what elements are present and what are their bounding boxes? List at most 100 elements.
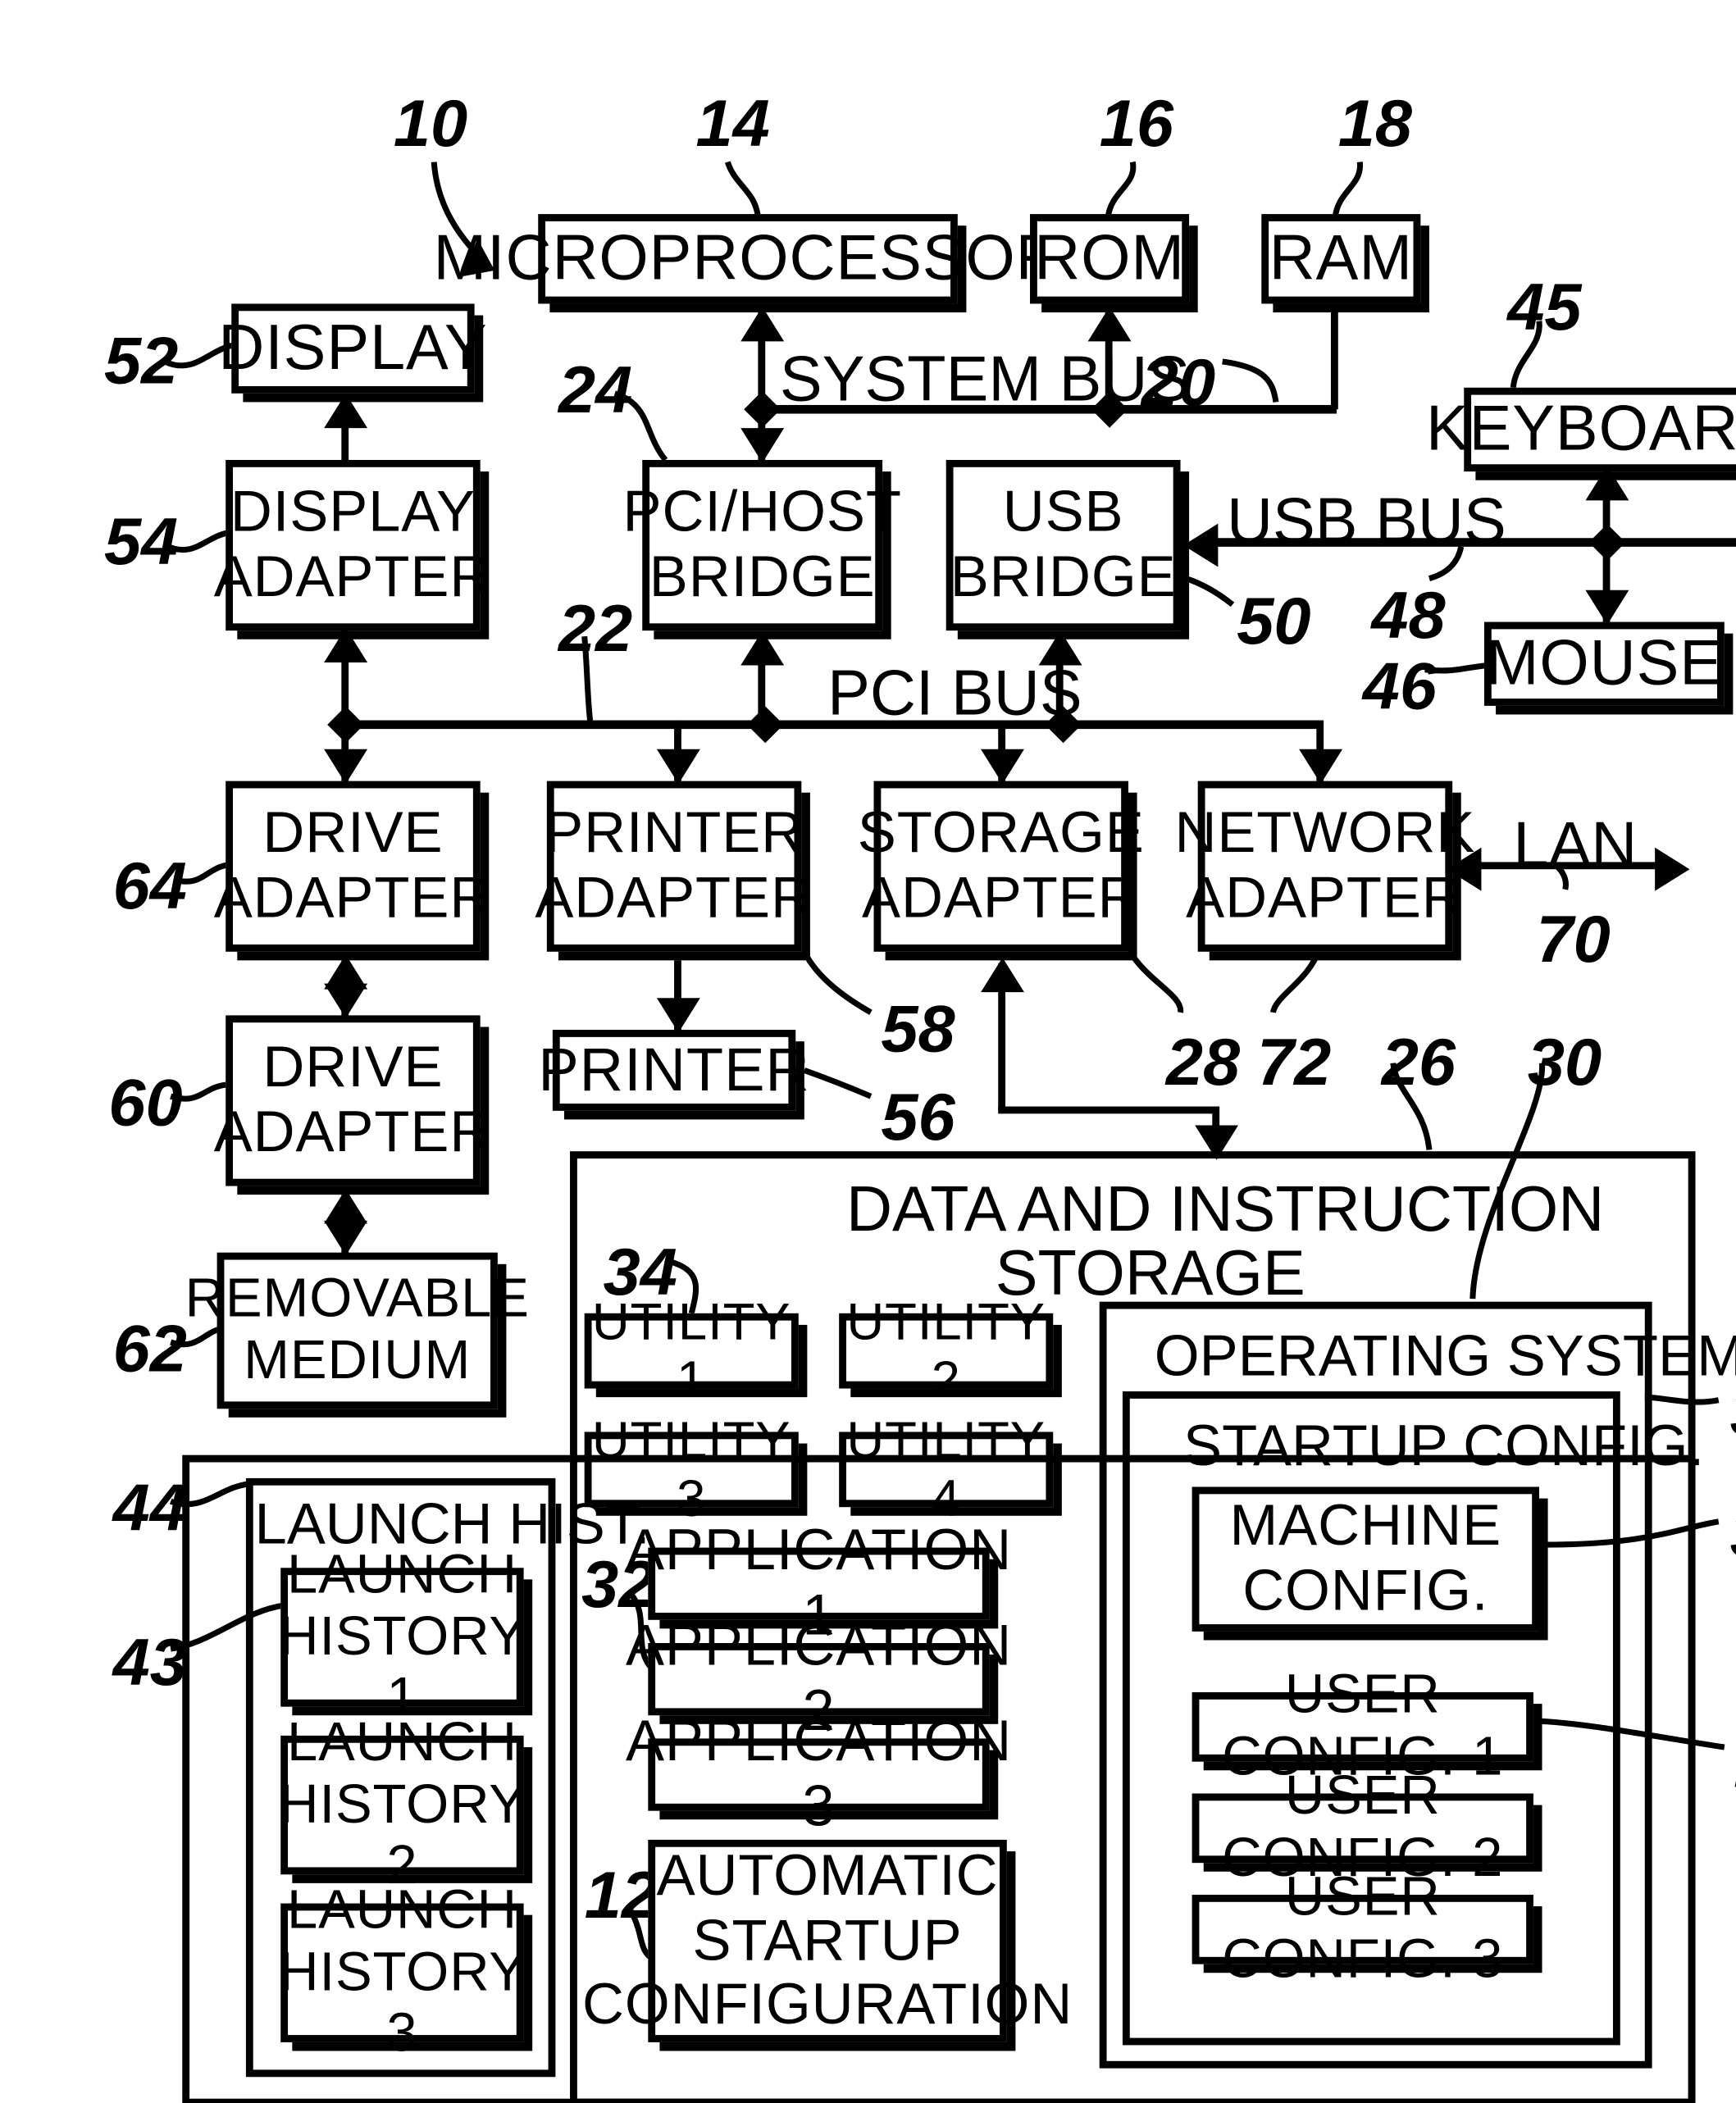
ref-numeral-54: 54 [104, 503, 179, 579]
operating-system-title: OPERATING SYSTEM [1154, 1324, 1736, 1389]
ref-numeral-64: 64 [112, 847, 187, 923]
ref-numeral-43: 43 [112, 1624, 187, 1700]
block-drive-adapter-top-line2: ADAPTER [213, 866, 493, 931]
block-launch-history-1[interactable]: LAUNCH HISTORY 1 [279, 1545, 526, 1728]
block-mouse[interactable]: MOUSE [1483, 621, 1725, 706]
block-printer-label: PRINTER [538, 1036, 810, 1104]
system-bus-line [758, 404, 1337, 414]
pcibus-to-displayadapter-arrow [324, 627, 368, 662]
block-launch-history-1-line2: HISTORY 1 [279, 1606, 526, 1729]
displayadapter-to-display-arrow [324, 393, 368, 429]
ref-numeral-56: 56 [881, 1079, 955, 1154]
lan-arrow-right [1655, 847, 1690, 891]
block-display-label: DISPLAY [218, 312, 488, 385]
block-application-3[interactable]: APPLICATION 3 [626, 1710, 1011, 1839]
ref-numeral-58: 58 [881, 990, 955, 1067]
block-microprocessor[interactable]: MICROPROCESSOR [434, 214, 1062, 304]
data-storage-title-line1: DATA AND INSTRUCTION [845, 1174, 1605, 1245]
block-drive-adapter-bottom-line1: DRIVE [262, 1036, 444, 1100]
block-automatic-startup-configuration-line2: STARTUP [692, 1908, 963, 1973]
block-display-adapter-line2: ADAPTER [213, 545, 493, 609]
ref-numeral-70: 70 [1536, 901, 1611, 976]
storage-to-datastorage-hline [998, 1106, 1219, 1114]
ref-numeral-28: 28 [1165, 1023, 1241, 1099]
ref-numeral-50: 50 [1237, 582, 1311, 658]
block-printer-adapter-line1: PRINTER [544, 801, 804, 866]
block-utility-1[interactable]: UTILITY 1 [584, 1292, 799, 1408]
block-display-adapter-line1: DISPLAY [230, 480, 476, 544]
block-display[interactable]: DISPLAY [218, 303, 487, 394]
block-launch-history-1-line1: LAUNCH [286, 1545, 517, 1606]
storage-to-datastorage-arrow [981, 957, 1024, 993]
cpu-bus-arrow-up [740, 306, 785, 342]
pcihost-to-pcibus-arrow [740, 630, 785, 666]
block-network-adapter[interactable]: NETWORK ADAPTER [1175, 781, 1474, 952]
block-network-adapter-line1: NETWORK [1174, 801, 1476, 866]
block-rom-label: ROM [1034, 223, 1185, 294]
block-storage-adapter[interactable]: STORAGE ADAPTER [858, 781, 1144, 952]
block-rom[interactable]: ROM [1030, 214, 1190, 304]
block-network-adapter-line2: ADAPTER [1186, 866, 1465, 931]
ref-numeral-18: 18 [1337, 85, 1413, 161]
ram-bus-stem [1330, 307, 1338, 410]
pcibus-to-networkadapter-arrow [1299, 749, 1343, 785]
block-display-adapter[interactable]: DISPLAY ADAPTER [214, 459, 491, 631]
driveadapters-arrow-down [324, 983, 368, 1018]
ref-numeral-62: 62 [112, 1310, 187, 1386]
block-application-1[interactable]: APPLICATION 1 [626, 1519, 1011, 1648]
block-automatic-startup-configuration-line1: AUTOMATIC [656, 1843, 999, 1908]
block-printer-adapter-line2: ADAPTER [535, 866, 813, 931]
block-drive-adapter-top-line1: DRIVE [262, 801, 444, 866]
block-usb-bridge-line1: USB [1002, 480, 1124, 544]
block-removable-medium-line2: MEDIUM [244, 1330, 472, 1392]
usbbus-to-keyboard-arrow [1585, 466, 1629, 501]
ref-numeral-48: 48 [1371, 576, 1446, 653]
block-pci-host-bridge[interactable]: PCI/HOST BRIDGE [623, 459, 901, 631]
ref-numeral-45: 45 [1507, 269, 1582, 344]
block-usb-bridge[interactable]: USB BRIDGE [945, 459, 1181, 631]
block-keyboard[interactable]: KEYBOARD [1426, 387, 1736, 472]
ref-numeral-26: 26 [1381, 1023, 1456, 1099]
block-launch-history-2[interactable]: LAUNCH HISTORY 2 [279, 1713, 526, 1896]
block-automatic-startup-configuration[interactable]: AUTOMATIC STARTUP CONFIGURATION [582, 1839, 1072, 2042]
drive-removable-arrow-down [324, 1220, 368, 1256]
block-launch-history-3-line2: HISTORY 3 [279, 1941, 526, 2064]
block-pci-host-bridge-line2: BRIDGE [649, 545, 876, 609]
block-drive-adapter-bottom-line2: ADAPTER [213, 1100, 493, 1165]
block-application-2[interactable]: APPLICATION 2 [626, 1614, 1011, 1743]
ref-numeral-52: 52 [104, 322, 179, 398]
lan-arrow-left [1447, 847, 1482, 891]
printeradapter-to-printer-arrow [656, 998, 700, 1033]
block-printer-adapter[interactable]: PRINTER ADAPTER [535, 781, 813, 952]
block-ram-label: RAM [1269, 223, 1413, 294]
ref-numeral-14: 14 [695, 85, 770, 161]
block-mouse-label: MOUSE [1485, 628, 1723, 699]
block-drive-adapter-bottom[interactable]: DRIVE ADAPTER [214, 1015, 491, 1186]
block-utility-1-label: UTILITY 1 [591, 1290, 791, 1409]
bus-to-pcihost-arrow-down [740, 428, 785, 463]
ref-numeral-38: 38 [1730, 1494, 1736, 1572]
block-drive-adapter-top[interactable]: DRIVE ADAPTER [214, 781, 491, 952]
block-launch-history-3[interactable]: LAUNCH HISTORY 3 [279, 1881, 526, 2064]
block-launch-history-3-line1: LAUNCH [286, 1880, 517, 1941]
block-removable-medium[interactable]: REMOVABLE MEDIUM [185, 1252, 529, 1409]
ref-numeral-22: 22 [558, 589, 633, 666]
lan-line [1464, 862, 1670, 870]
block-launch-history-2-line1: LAUNCH [286, 1713, 517, 1774]
block-removable-medium-line1: REMOVABLE [185, 1268, 530, 1331]
ref-numeral-60: 60 [108, 1064, 183, 1140]
pcibus-to-driveadapter-arrow [324, 749, 368, 785]
ref-numeral-44: 44 [112, 1469, 187, 1545]
block-storage-adapter-line2: ADAPTER [862, 866, 1141, 931]
bus-label-usb-bus: USB BUS [1226, 485, 1506, 558]
block-pci-host-bridge-line1: PCI/HOST [622, 480, 902, 544]
pcibus-to-storageadapter-arrow [981, 749, 1024, 785]
usbbus-to-mouse-arrow [1585, 589, 1629, 626]
pci-bus-line [341, 720, 1323, 730]
ref-numeral-24: 24 [558, 351, 633, 427]
block-ram[interactable]: RAM [1261, 214, 1421, 304]
ref-numeral-10: 10 [393, 85, 468, 161]
patent-figure-1: 10 14 16 18 45 52 24 20 54 22 50 48 46 6… [0, 0, 1736, 2103]
block-utility-2[interactable]: UTILITY 2 [839, 1292, 1054, 1408]
block-printer[interactable]: PRINTER [538, 1030, 809, 1111]
